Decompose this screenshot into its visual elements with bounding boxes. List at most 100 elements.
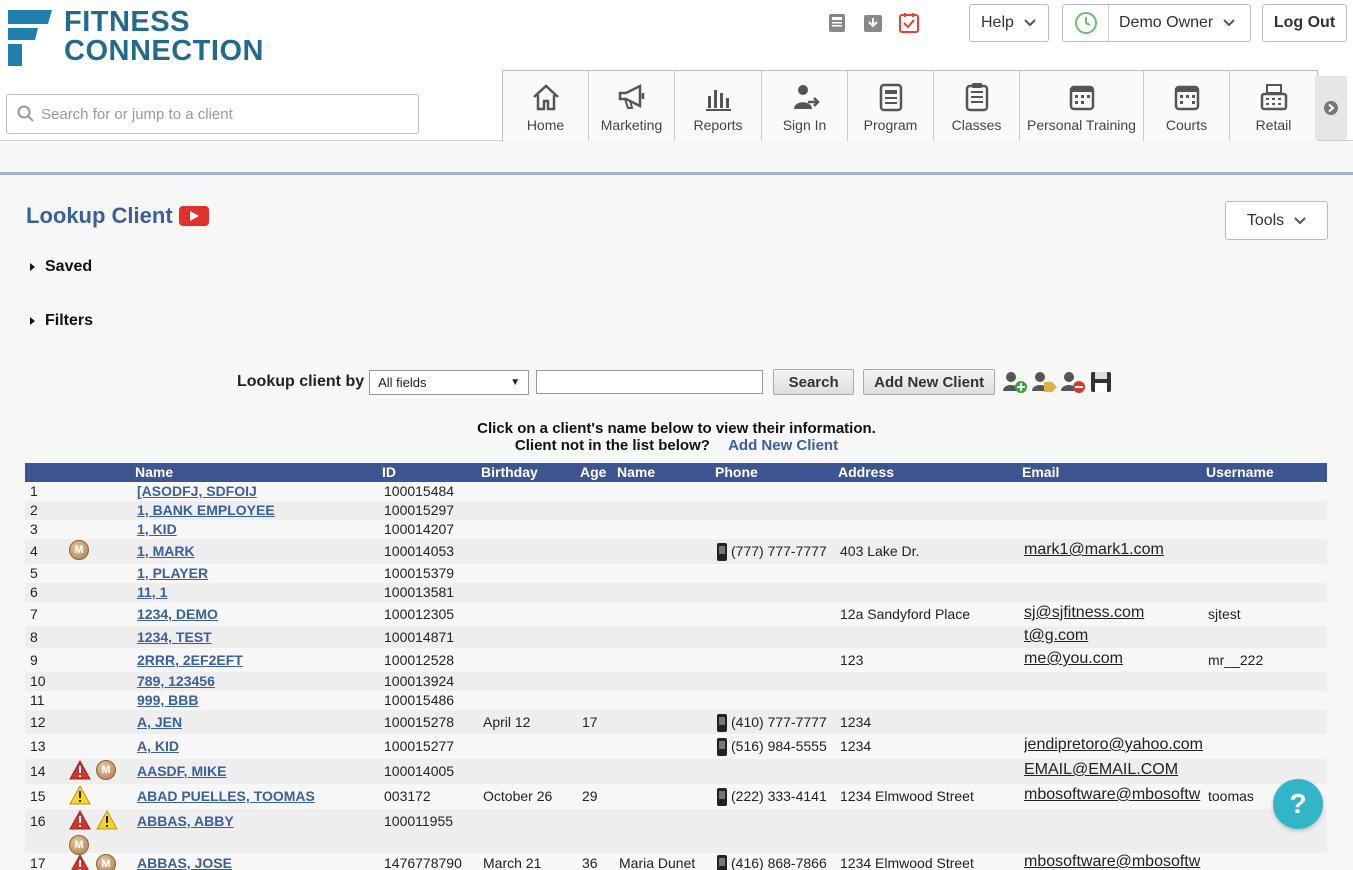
client-email[interactable]: mark1@mark1.com [1024, 541, 1204, 559]
tools-dropdown[interactable]: Tools [1225, 201, 1328, 240]
client-name-link-text[interactable]: 789, 123456 [137, 673, 215, 689]
client-email[interactable]: EMAIL@EMAIL.COM [1024, 761, 1204, 779]
col-header-address[interactable]: Address [838, 464, 894, 480]
client-email-text[interactable]: me@you.com [1024, 650, 1123, 667]
client-name-link-text[interactable]: ABBAS, ABBY [137, 813, 234, 829]
client-name-link-text[interactable]: [ASODFJ, SDFOIJ [137, 483, 257, 499]
col-header-phone[interactable]: Phone [715, 464, 758, 480]
client-search-input[interactable] [41, 105, 401, 123]
col-header-name[interactable]: Name [135, 464, 173, 480]
client-email[interactable]: sj@sjfitness.com [1024, 604, 1204, 622]
table-row[interactable]: 1 [ASODFJ, SDFOIJ 100015484 [25, 482, 1327, 501]
table-row[interactable]: 7 1234, DEMO 100012305 12a Sandyford Place s… [25, 602, 1327, 626]
logout-button[interactable]: Log Out [1262, 4, 1347, 42]
remove-user-icon[interactable] [1059, 369, 1087, 395]
table-row[interactable]: 5 1, PLAYER 100015379 [25, 564, 1327, 583]
table-row[interactable]: 10 789, 123456 100013924 [25, 672, 1327, 691]
client-name-link[interactable]: 1234, DEMO [137, 606, 218, 622]
fitness-connection-logo[interactable]: FITNESS CONNECTION [8, 8, 288, 66]
help-chat-button[interactable]: ? [1273, 779, 1323, 829]
client-name-link[interactable]: ABBAS, JOSE [137, 855, 232, 870]
search-button[interactable]: Search [773, 369, 855, 395]
client-name-link[interactable]: 1, KID [137, 521, 177, 537]
nav-item-courts[interactable]: Courts [1144, 71, 1230, 141]
client-name-link-text[interactable]: 1, KID [137, 521, 177, 537]
table-row[interactable]: 13 A, KID 100015277 (516) 984-5555 1234 jendi… [25, 734, 1327, 759]
client-name-link[interactable]: ABAD PUELLES, TOOMAS [137, 788, 315, 804]
download-icon[interactable] [861, 10, 885, 36]
tag-user-icon[interactable] [1030, 369, 1058, 395]
client-email-text[interactable]: t@g.com [1024, 627, 1088, 644]
nav-item-marketing[interactable]: Marketing [589, 71, 675, 141]
table-row[interactable]: 17 ABBAS, JOSE 1476778790 March 21 36 Maria D… [25, 853, 1327, 870]
table-row[interactable]: 12 A, JEN 100015278 April 12 17 (410) 777-777… [25, 710, 1327, 734]
membership-badge-icon[interactable]: M [69, 835, 89, 855]
nav-item-personal-training[interactable]: Personal Training [1020, 71, 1144, 141]
membership-badge-icon[interactable]: M [69, 540, 89, 560]
client-name-link[interactable]: 1234, TEST [137, 629, 212, 645]
client-name-link[interactable]: 2RRR, 2EF2EFT [137, 652, 243, 668]
table-row[interactable]: 14 AASDF, MIKE 100014005 EMAIL@EMAIL.COM M [25, 759, 1327, 784]
client-name-link-text[interactable]: 1234, TEST [137, 629, 212, 645]
table-row[interactable]: 11 999, BBB 100015486 [25, 691, 1327, 710]
client-name-link-text[interactable]: 1, BANK EMPLOYEE [137, 502, 275, 518]
add-new-client-button[interactable]: Add New Client [863, 369, 996, 395]
client-email[interactable]: me@you.com [1024, 650, 1204, 668]
client-email-text[interactable]: mbosoftware@mbosoftw [1024, 786, 1200, 803]
save-icon[interactable] [1088, 369, 1114, 395]
client-name-link-text[interactable]: AASDF, MIKE [137, 763, 226, 779]
nav-item-classes[interactable]: Classes [934, 71, 1020, 141]
lookup-field-select[interactable]: All fields ▼ [369, 369, 530, 395]
client-name-link[interactable]: 1, MARK [137, 543, 195, 559]
client-name-link-text[interactable]: ABBAS, JOSE [137, 855, 232, 870]
tasks-icon[interactable] [897, 10, 921, 36]
table-row[interactable]: 2 1, BANK EMPLOYEE 100015297 [25, 501, 1327, 520]
client-email[interactable]: t@g.com [1024, 627, 1204, 645]
col-header-birthday[interactable]: Birthday [481, 464, 538, 480]
video-play-icon[interactable] [178, 206, 209, 226]
client-name-link-text[interactable]: 1, MARK [137, 543, 195, 559]
nav-item-home[interactable]: Home [503, 71, 589, 141]
client-name-link[interactable]: ABBAS, ABBY [137, 813, 234, 829]
alert-red-icon[interactable] [69, 854, 91, 870]
filters-toggle[interactable]: Filters [30, 312, 93, 330]
table-row[interactable]: 16 ABBAS, ABBY 100011955 M [25, 809, 1327, 855]
client-name-link-text[interactable]: 1234, DEMO [137, 606, 218, 622]
col-header-username[interactable]: Username [1206, 464, 1274, 480]
client-search-box[interactable] [6, 94, 419, 134]
table-row[interactable]: 3 1, KID 100014207 [25, 520, 1327, 539]
client-email-text[interactable]: mbosoftware@mbosoftw [1024, 853, 1200, 870]
col-header-id[interactable]: ID [382, 464, 396, 480]
alert-yellow-icon[interactable] [69, 785, 91, 805]
lookup-text-input[interactable] [536, 370, 764, 394]
add-user-icon[interactable] [1001, 369, 1029, 395]
help-dropdown[interactable]: Help [969, 4, 1049, 42]
nav-item-reports[interactable]: Reports [675, 71, 762, 141]
client-name-link-text[interactable]: A, JEN [137, 714, 182, 730]
client-name-link[interactable]: 999, BBB [137, 692, 198, 708]
client-name-link[interactable]: A, JEN [137, 714, 182, 730]
table-row[interactable]: 15 ABAD PUELLES, TOOMAS 003172 October 26 29… [25, 784, 1327, 809]
client-name-link[interactable]: 789, 123456 [137, 673, 215, 689]
client-name-link-text[interactable]: 11, 1 [137, 584, 167, 600]
col-header-email[interactable]: Email [1022, 464, 1059, 480]
client-name-link-text[interactable]: 999, BBB [137, 692, 198, 708]
client-name-link[interactable]: 11, 1 [137, 584, 167, 600]
client-email[interactable]: mbosoftware@mbosoftw [1024, 786, 1204, 804]
clock-icon[interactable] [1063, 5, 1109, 41]
client-email-text[interactable]: sj@sjfitness.com [1024, 604, 1144, 621]
client-name-link-text[interactable]: A, KID [137, 738, 179, 754]
nav-more-button[interactable] [1315, 76, 1347, 140]
table-row[interactable]: 8 1234, TEST 100014871 t@g.com [25, 626, 1327, 648]
client-email-text[interactable]: jendipretoro@yahoo.com [1024, 736, 1203, 753]
alert-yellow-icon[interactable] [96, 810, 118, 830]
nav-item-retail[interactable]: Retail [1230, 71, 1317, 141]
client-email-text[interactable]: EMAIL@EMAIL.COM [1024, 761, 1178, 778]
table-row[interactable]: 4 1, MARK 100014053 (777) 777-7777 403 Lake … [25, 539, 1327, 564]
table-row[interactable]: 6 11, 1 100013581 [25, 583, 1327, 602]
client-name-link[interactable]: 1, PLAYER [137, 565, 208, 581]
client-email[interactable]: mbosoftware@mbosoftw [1024, 853, 1204, 870]
client-name-link-text[interactable]: 2RRR, 2EF2EFT [137, 652, 243, 668]
client-name-link[interactable]: A, KID [137, 738, 179, 754]
alert-red-icon[interactable] [69, 760, 91, 780]
